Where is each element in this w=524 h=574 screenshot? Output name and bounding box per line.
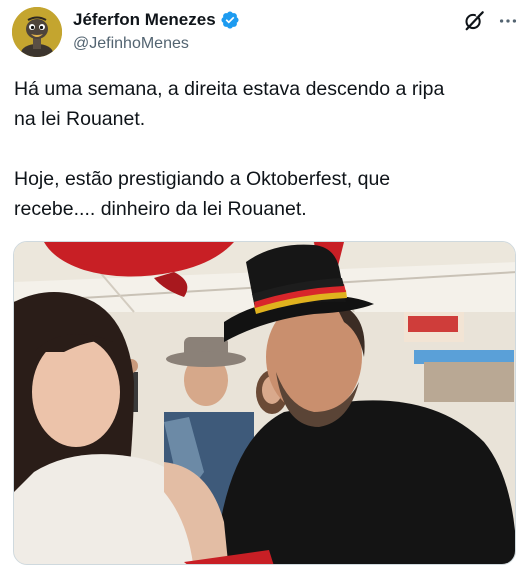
author-display-name[interactable]: Jéferfon Menezes	[73, 10, 216, 30]
more-options-icon[interactable]	[497, 10, 519, 32]
post-photo[interactable]	[13, 241, 516, 565]
avatar[interactable]	[12, 7, 62, 57]
author-handle[interactable]: @JefinhoMenes	[73, 35, 240, 53]
author-names: Jéferfon Menezes @JefinhoMenes	[73, 10, 240, 53]
verified-badge-icon	[220, 10, 240, 30]
oktoberfest-photo	[14, 242, 515, 564]
grok-icon[interactable]	[463, 10, 485, 32]
post-text: Há uma semana, a direita estava descendo…	[14, 78, 445, 220]
ostrich-avatar-icon	[12, 7, 62, 57]
post-header: Jéferfon Menezes @JefinhoMenes	[12, 6, 517, 60]
